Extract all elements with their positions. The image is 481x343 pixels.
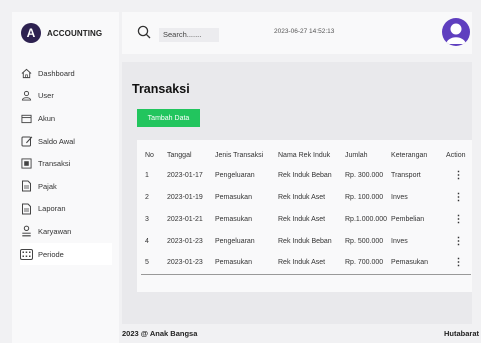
report-icon <box>20 202 33 215</box>
header-no: No <box>145 152 154 159</box>
table-row: 3 2023-01-21 Pemasukan Rek Induk Aset Rp… <box>141 208 471 230</box>
header-nama-rek-induk: Nama Rek Induk <box>278 152 331 159</box>
sidebar-item-label: Karyawan <box>38 226 72 236</box>
cell-jumlah: Rp. 500.000 <box>345 237 384 245</box>
sidebar-item-label: Akun <box>38 113 56 123</box>
calendar-icon <box>20 248 33 260</box>
header-jumlah: Jumlah <box>345 152 368 159</box>
document-icon <box>20 180 33 193</box>
sidebar-item-pajak[interactable]: Pajak <box>20 175 116 198</box>
cell-jumlah: Rp. 700.000 <box>341 252 388 275</box>
cell-keterangan: Pemasukan <box>387 252 443 275</box>
cell-jumlah: Rp. 100.000 <box>345 193 384 201</box>
cell-jumlah: Rp. 300.000 <box>345 171 384 179</box>
cell-rek-induk: Rek Induk Aset <box>278 215 326 223</box>
transaction-icon <box>20 157 33 170</box>
datetime: 2023-06-27 14:52:13 <box>274 28 335 35</box>
cell-tanggal: 2023-01-19 <box>167 193 203 201</box>
cell-jenis: Pemasukan <box>215 193 252 201</box>
cell-no: 4 <box>145 237 149 245</box>
table-header-row: No Tanggal Jenis Transaksi Nama Rek Indu… <box>141 147 471 164</box>
footer: 2023 @ Anak Bangsa Hutabarat <box>122 324 481 343</box>
brand[interactable]: A ACCOUNTING <box>21 23 102 43</box>
user-icon <box>20 89 33 102</box>
cell-jenis: Pengeluaran <box>215 171 255 179</box>
cell-no: 1 <box>145 171 149 179</box>
brand-name: ACCOUNTING <box>47 28 103 38</box>
cell-keterangan: Transport <box>391 171 421 179</box>
sidebar-item-periode[interactable]: Periode <box>20 242 112 266</box>
sidebar-nav: Dashboard User Akun Saldo Awal Transaksi <box>20 62 116 266</box>
cell-rek-induk: Rek Induk Beban <box>278 237 332 245</box>
cell-no: 5 <box>141 252 163 275</box>
header-jenis-transaksi: Jenis Transaksi <box>215 152 264 159</box>
search[interactable]: Search....... <box>137 25 219 44</box>
sidebar-item-karyawan[interactable]: Karyawan <box>20 220 116 243</box>
cell-no: 2 <box>145 193 149 201</box>
sidebar-item-transaksi[interactable]: Transaksi <box>20 152 116 175</box>
row-action-menu-icon[interactable]: ⋮ <box>442 208 471 230</box>
row-action-menu-icon[interactable]: ⋮ <box>442 186 471 208</box>
cell-jenis: Pemasukan <box>215 215 252 223</box>
sidebar-item-akun[interactable]: Akun <box>20 107 116 130</box>
table-row: 1 2023-01-17 Pengeluaran Rek Induk Beban… <box>141 164 471 186</box>
wallet-icon <box>20 112 33 125</box>
cell-tanggal: 2023-01-21 <box>167 215 203 223</box>
sidebar-item-user[interactable]: User <box>20 85 116 108</box>
table-row: 2 2023-01-19 Pemasukan Rek Induk Aset Rp… <box>141 186 471 208</box>
cell-rek-induk: Rek Induk Aset <box>278 193 326 201</box>
sidebar-item-laporan[interactable]: Laporan <box>20 198 116 221</box>
transactions-table: No Tanggal Jenis Transaksi Nama Rek Indu… <box>141 147 471 275</box>
sidebar-item-label: Saldo Awal <box>38 136 75 146</box>
sidebar-item-label: Laporan <box>38 204 66 214</box>
row-action-menu-icon[interactable]: ⋮ <box>442 164 471 186</box>
sidebar-item-saldo-awal[interactable]: Saldo Awal <box>20 130 116 153</box>
sidebar-item-label: Periode <box>38 249 64 259</box>
sidebar: A ACCOUNTING Dashboard User Akun Saldo A… <box>12 12 119 343</box>
cell-keterangan: Pembelian <box>391 215 425 223</box>
cell-tanggal: 2023-01-23 <box>167 237 203 245</box>
edit-icon <box>20 135 33 148</box>
footer-author: Hutabarat <box>443 329 479 338</box>
search-input[interactable]: Search....... <box>159 27 219 42</box>
page-title: Transaksi <box>132 82 190 96</box>
cell-jenis: Pemasukan <box>211 252 274 275</box>
footer-copyright: 2023 @ Anak Bangsa <box>122 329 198 338</box>
sidebar-item-label: Pajak <box>38 181 57 191</box>
row-action-menu-icon[interactable]: ⋮ <box>442 252 471 275</box>
cell-jenis: Pengeluaran <box>215 237 255 245</box>
employee-icon <box>20 225 33 238</box>
search-icon[interactable] <box>137 25 151 44</box>
table-card: No Tanggal Jenis Transaksi Nama Rek Indu… <box>137 140 472 292</box>
header-keterangan: Keterangan <box>391 152 428 159</box>
sidebar-item-label: Dashboard <box>38 68 75 78</box>
table-row: 4 2023-01-23 Pengeluaran Rek Induk Beban… <box>141 230 471 252</box>
cell-tanggal: 2023-01-17 <box>167 171 203 179</box>
table-row: 5 2023-01-23 Pemasukan Rek Induk Aset Rp… <box>141 252 471 275</box>
cell-no: 3 <box>145 215 149 223</box>
main-content: Transaksi Tambah Data No Tanggal Jenis T… <box>122 62 472 324</box>
sidebar-item-dashboard[interactable]: Dashboard <box>20 62 116 85</box>
topbar: Search....... 2023-06-27 14:52:13 <box>122 12 472 54</box>
add-data-button[interactable]: Tambah Data <box>137 109 200 127</box>
sidebar-item-label: User <box>38 91 54 101</box>
header-action: Action <box>446 152 466 159</box>
home-icon <box>20 67 33 80</box>
sidebar-item-label: Transaksi <box>38 159 71 169</box>
cell-jumlah: Rp.1.000.000 <box>345 215 388 223</box>
avatar[interactable] <box>442 18 470 46</box>
cell-keterangan: Inves <box>391 193 408 201</box>
cell-rek-induk: Rek Induk Aset <box>274 252 341 275</box>
row-action-menu-icon[interactable]: ⋮ <box>442 230 471 252</box>
header-tanggal: Tanggal <box>167 152 192 159</box>
cell-rek-induk: Rek Induk Beban <box>278 171 332 179</box>
brand-logo: A <box>21 23 41 43</box>
cell-keterangan: Inves <box>391 237 408 245</box>
user-avatar-icon <box>446 23 466 44</box>
cell-tanggal: 2023-01-23 <box>163 252 211 275</box>
